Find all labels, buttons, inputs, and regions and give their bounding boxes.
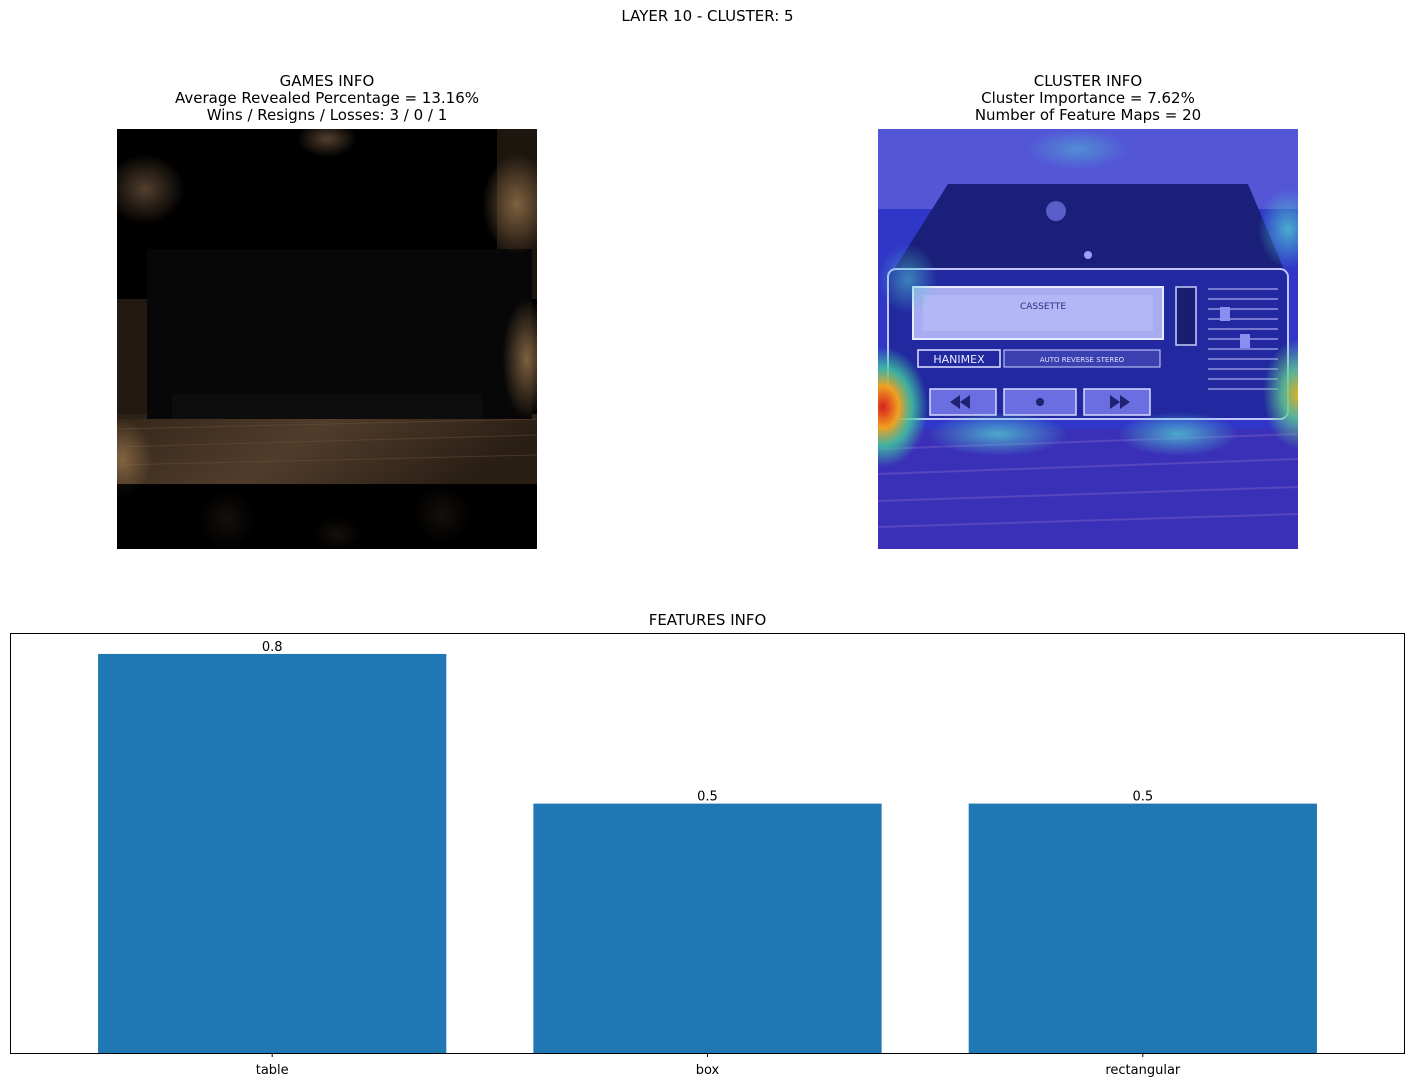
bar-box <box>533 803 882 1053</box>
mode-label: AUTO REVERSE STEREO <box>1040 356 1125 364</box>
bar-table <box>98 653 447 1053</box>
x-tick-label-table: table <box>256 1063 289 1078</box>
features-info-title: FEATURES INFO <box>648 611 767 629</box>
bars-layer: 0.8 table 0.5 box 0.5 rectangular <box>98 640 1317 1078</box>
average-revealed-percentage: Average Revealed Percentage = 13.16% <box>174 89 479 107</box>
bar-rectangular <box>968 803 1317 1053</box>
games-info-title-block: GAMES INFO Average Revealed Percentage =… <box>27 73 627 124</box>
features-bar-chart: 0.8 table 0.5 box 0.5 rectangular <box>10 633 1405 1078</box>
data-label-box: 0.5 <box>697 790 718 805</box>
games-info-title: GAMES INFO <box>279 72 375 90</box>
x-tick-label-rectangular: rectangular <box>1105 1063 1181 1078</box>
figure-suptitle: LAYER 10 - CLUSTER: 5 <box>621 7 794 25</box>
cluster-heatmap-image: CASSETTE HANIMEX AUTO REVERSE STEREO <box>878 129 1298 549</box>
cluster-importance: Cluster Importance = 7.62% <box>981 89 1195 107</box>
brand-label: HANIMEX <box>933 353 985 366</box>
cluster-info-title: CLUSTER INFO <box>1033 72 1143 90</box>
masked-game-image <box>117 129 537 549</box>
data-label-table: 0.8 <box>262 640 283 655</box>
data-label-rectangular: 0.5 <box>1132 790 1153 805</box>
x-tick-label-box: box <box>696 1063 720 1078</box>
cluster-info-title-block: CLUSTER INFO Cluster Importance = 7.62% … <box>788 73 1388 124</box>
number-of-feature-maps: Number of Feature Maps = 20 <box>974 106 1202 124</box>
wins-resigns-losses: Wins / Resigns / Losses: 3 / 0 / 1 <box>206 106 448 124</box>
cassette-label: CASSETTE <box>1020 302 1066 312</box>
